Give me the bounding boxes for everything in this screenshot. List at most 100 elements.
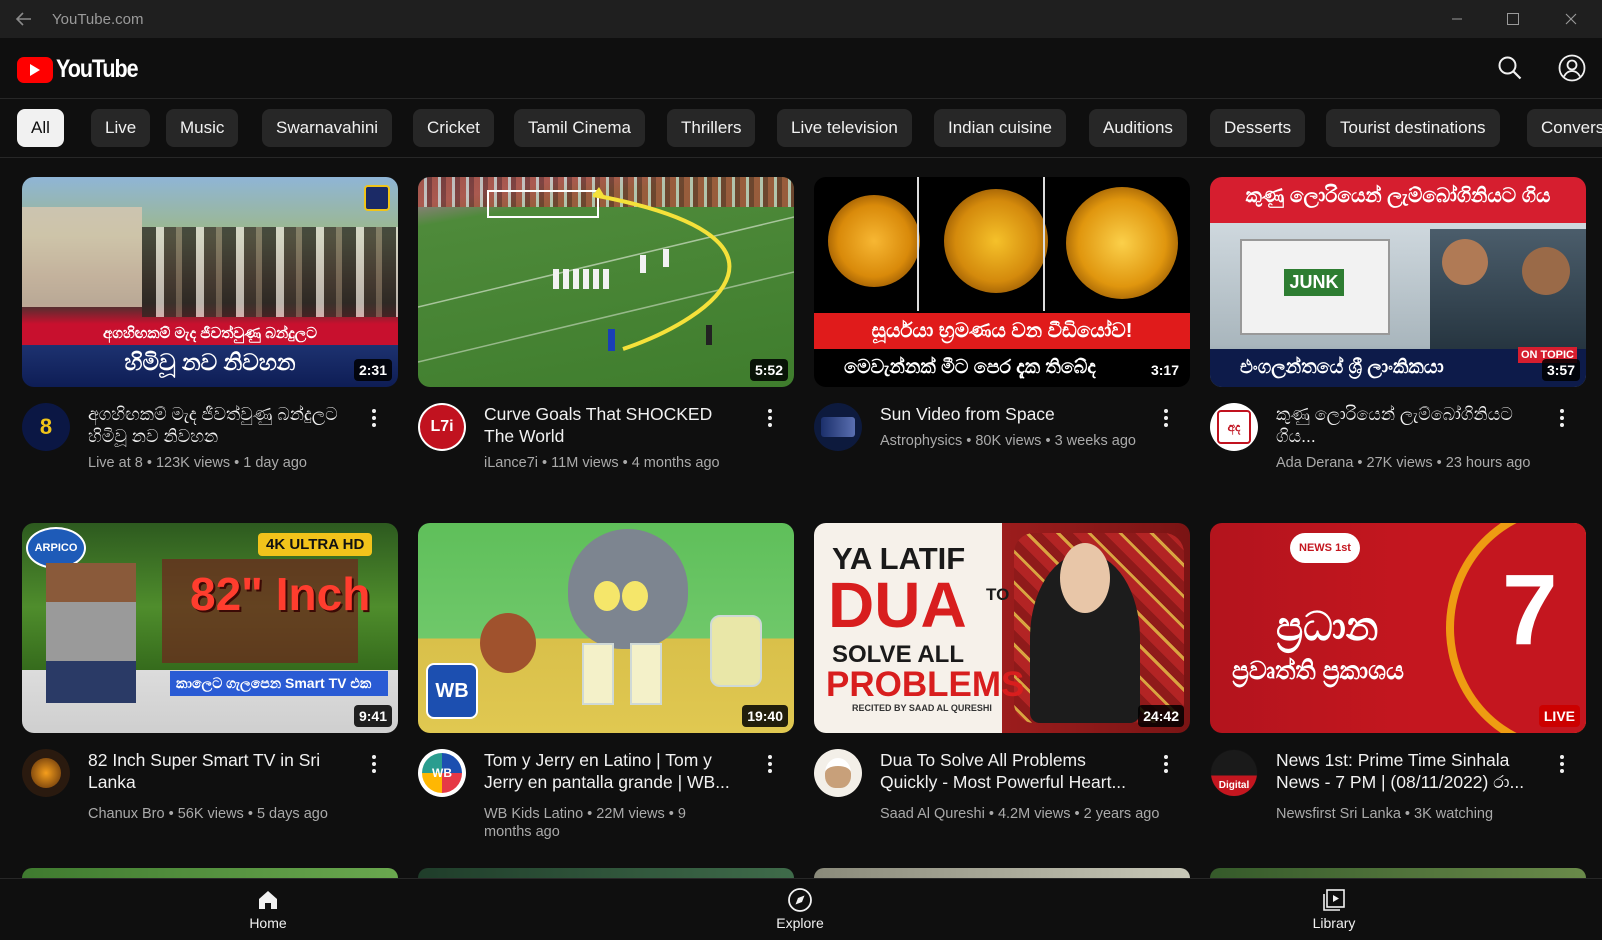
chip-cricket[interactable]: Cricket bbox=[413, 109, 494, 147]
thumb-caption-2: හිමිවූ නව නිවහන bbox=[124, 349, 296, 375]
thumb-caption-2: මෙවැන්නක් මීට පෙර දැක තිබේද bbox=[844, 357, 1096, 378]
video-title[interactable]: 82 Inch Super Smart TV in Sri Lanka bbox=[88, 749, 350, 793]
thumb-caption-1: අගහිඟකම් මැද ජීවත්වුණු බන්දුලට bbox=[102, 325, 318, 342]
video-title[interactable]: Sun Video from Space bbox=[880, 403, 1142, 425]
nav-library[interactable]: Library bbox=[1274, 885, 1394, 931]
chip-all[interactable]: All bbox=[17, 109, 64, 147]
more-options-icon[interactable] bbox=[364, 749, 384, 779]
channel-avatar[interactable] bbox=[814, 403, 862, 451]
nav-home[interactable]: Home bbox=[208, 885, 328, 931]
video-thumbnail-partial[interactable] bbox=[1210, 868, 1586, 878]
more-options-icon[interactable] bbox=[760, 403, 780, 433]
more-options-icon[interactable] bbox=[1552, 749, 1572, 779]
nav-explore-label: Explore bbox=[776, 915, 824, 931]
curve-graphic bbox=[418, 187, 794, 363]
bottom-navigation: Home Explore Library bbox=[0, 878, 1602, 940]
library-icon bbox=[1322, 885, 1346, 915]
video-card[interactable]: ARPICO 4K ULTRA HD 82" Inch කාලෙට ගැලපෙන… bbox=[22, 523, 398, 822]
chip-music[interactable]: Music bbox=[166, 109, 239, 147]
house-shape bbox=[22, 207, 142, 307]
video-card[interactable]: YA LATIF DUA TO SOLVE ALL PROBLEMS RECIT… bbox=[814, 523, 1190, 822]
video-meta: Live at 8 • 123K views • 1 day ago bbox=[88, 455, 307, 471]
chip-swarnavahini[interactable]: Swarnavahini bbox=[262, 109, 393, 147]
video-title[interactable]: Tom y Jerry en Latino | Tom y Jerry en p… bbox=[484, 749, 746, 793]
nav-explore[interactable]: Explore bbox=[740, 885, 860, 931]
video-thumbnail[interactable]: NEWS 1st ප්‍රධාන ප්‍රවෘත්ති ප්‍රකාශය 7 L… bbox=[1210, 523, 1586, 733]
video-card[interactable]: 5:52 L7i Curve Goals That SHOCKED The Wo… bbox=[418, 177, 794, 471]
video-thumbnail[interactable]: අගහිඟකම් මැද ජීවත්වුණු බන්දුලට හිමිවූ නව… bbox=[22, 177, 398, 387]
video-title[interactable]: අගහිඟකම් මැද ජීවත්වුණු බන්දුලට හිමිවූ නව… bbox=[88, 403, 350, 447]
video-card[interactable]: WB 19:40 WB Tom y Jerry en Latino | Tom … bbox=[418, 523, 794, 840]
close-icon[interactable] bbox=[1542, 0, 1600, 38]
glass-shape bbox=[582, 643, 614, 705]
glass-shape bbox=[630, 643, 662, 705]
channel-avatar[interactable]: 8 bbox=[22, 403, 70, 451]
maximize-icon[interactable] bbox=[1484, 0, 1542, 38]
search-icon[interactable] bbox=[1494, 52, 1526, 84]
video-thumbnail-partial[interactable] bbox=[814, 868, 1190, 878]
video-thumbnail-partial[interactable] bbox=[22, 868, 398, 878]
video-title[interactable]: News 1st: Prime Time Sinhala News - 7 PM… bbox=[1276, 749, 1538, 793]
chip-auditions[interactable]: Auditions bbox=[1089, 109, 1187, 147]
chip-tourist-destinations[interactable]: Tourist destinations bbox=[1326, 109, 1500, 147]
channel-avatar[interactable] bbox=[814, 749, 862, 797]
view-count: 80K views bbox=[975, 433, 1042, 449]
chip-thrillers[interactable]: Thrillers bbox=[667, 109, 756, 147]
duration-badge: 9:41 bbox=[353, 705, 392, 727]
more-options-icon[interactable] bbox=[1156, 403, 1176, 433]
video-meta: iLance7i • 11M views • 4 months ago bbox=[484, 455, 720, 471]
channel-name[interactable]: Saad Al Qureshi bbox=[880, 806, 985, 822]
truck-logo: JUNK bbox=[1284, 269, 1344, 296]
back-arrow-icon[interactable] bbox=[0, 0, 48, 38]
chip-live[interactable]: Live bbox=[91, 109, 151, 147]
view-count: 123K views bbox=[155, 455, 231, 471]
chip-indian-cuisine[interactable]: Indian cuisine bbox=[934, 109, 1066, 147]
chip-tamil-cinema[interactable]: Tamil Cinema bbox=[514, 109, 645, 147]
play-logo-icon bbox=[17, 56, 53, 83]
video-title[interactable]: Curve Goals That SHOCKED The World bbox=[484, 403, 746, 447]
channel-avatar[interactable]: WB bbox=[418, 749, 466, 797]
video-thumbnail[interactable]: WB 19:40 bbox=[418, 523, 794, 733]
duration-badge: 5:52 bbox=[749, 359, 788, 381]
video-thumbnail[interactable]: කුණු ලොරියෙන් ලැම්බෝගිනියට ගිය JUNK එංගල… bbox=[1210, 177, 1586, 387]
channel-avatar[interactable]: අද bbox=[1210, 403, 1258, 451]
video-title[interactable]: කුණු ලොරියෙන් ලැම්බෝගිනියට ගිය... bbox=[1276, 403, 1538, 447]
channel-name[interactable]: Astrophysics bbox=[880, 433, 962, 449]
video-card[interactable]: කුණු ලොරියෙන් ලැම්බෝගිනියට ගිය JUNK එංගල… bbox=[1210, 177, 1586, 471]
home-icon bbox=[256, 885, 280, 915]
video-thumbnail[interactable]: සූර්යයා භ්‍රමණය වන වීඩියෝව! මෙවැන්නක් මී… bbox=[814, 177, 1190, 387]
chip-live-television[interactable]: Live television bbox=[777, 109, 912, 147]
minimize-icon[interactable] bbox=[1428, 0, 1486, 38]
view-count: 4.2M views bbox=[997, 806, 1071, 822]
thumb-caption-2: කාලෙට ගැලපෙන Smart TV එක bbox=[170, 671, 388, 696]
channel-avatar[interactable]: L7i bbox=[418, 403, 466, 451]
chip-desserts[interactable]: Desserts bbox=[1210, 109, 1306, 147]
channel-avatar[interactable]: Digital bbox=[1210, 749, 1258, 797]
more-options-icon[interactable] bbox=[1552, 403, 1572, 433]
video-thumbnail-partial[interactable] bbox=[418, 868, 794, 878]
window-title: YouTube.com bbox=[52, 10, 144, 28]
more-options-icon[interactable] bbox=[364, 403, 384, 433]
channel-name[interactable]: iLance7i bbox=[484, 455, 538, 471]
chip-conversations[interactable]: Convers bbox=[1527, 109, 1602, 147]
person-face bbox=[1522, 247, 1570, 295]
video-thumbnail[interactable]: 5:52 bbox=[418, 177, 794, 387]
channel-name[interactable]: Chanux Bro bbox=[88, 806, 165, 822]
video-title[interactable]: Dua To Solve All Problems Quickly - Most… bbox=[880, 749, 1142, 793]
channel-name[interactable]: Live at 8 bbox=[88, 455, 143, 471]
channel-name[interactable]: Ada Derana bbox=[1276, 455, 1353, 471]
account-icon[interactable] bbox=[1556, 52, 1588, 84]
video-card[interactable]: සූර්යයා භ්‍රමණය වන වීඩියෝව! මෙවැන්නක් මී… bbox=[814, 177, 1190, 451]
youtube-logo[interactable]: YouTube bbox=[17, 55, 151, 84]
window-titlebar: YouTube.com bbox=[0, 0, 1602, 38]
avatar-logo-icon: Digital bbox=[1211, 750, 1257, 796]
video-thumbnail[interactable]: YA LATIF DUA TO SOLVE ALL PROBLEMS RECIT… bbox=[814, 523, 1190, 733]
video-card[interactable]: අගහිඟකම් මැද ජීවත්වුණු බන්දුලට හිමිවූ නව… bbox=[22, 177, 398, 471]
channel-name[interactable]: Newsfirst Sri Lanka bbox=[1276, 806, 1401, 822]
video-thumbnail[interactable]: ARPICO 4K ULTRA HD 82" Inch කාලෙට ගැලපෙන… bbox=[22, 523, 398, 733]
channel-name[interactable]: WB Kids Latino bbox=[484, 806, 583, 822]
video-card[interactable]: NEWS 1st ප්‍රධාන ප්‍රවෘත්ති ප්‍රකාශය 7 L… bbox=[1210, 523, 1586, 822]
more-options-icon[interactable] bbox=[760, 749, 780, 779]
channel-avatar[interactable] bbox=[22, 749, 70, 797]
more-options-icon[interactable] bbox=[1156, 749, 1176, 779]
